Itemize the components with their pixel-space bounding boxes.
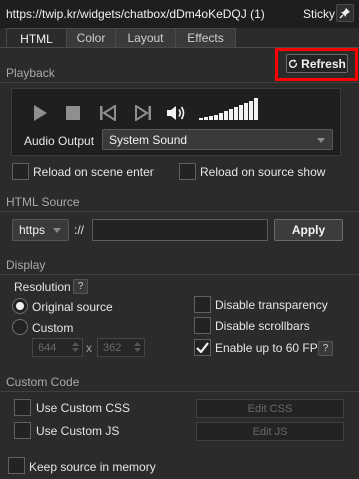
tab-html[interactable]: HTML (6, 28, 67, 48)
apply-button[interactable]: Apply (274, 219, 343, 241)
original-source-radio[interactable] (12, 298, 28, 314)
play-icon (34, 105, 47, 121)
custom-code-divider (0, 391, 359, 392)
keep-source-memory-label: Keep source in memory (29, 460, 156, 474)
use-custom-css-label: Use Custom CSS (36, 401, 131, 415)
custom-code-section-label: Custom Code (6, 375, 80, 389)
edit-js-label: Edit JS (252, 425, 288, 438)
next-button[interactable] (133, 103, 153, 123)
width-spinbox[interactable]: 644 (32, 338, 83, 357)
volume-meter[interactable] (199, 97, 259, 120)
resolution-label: Resolution (14, 280, 71, 294)
refresh-label: Refresh (301, 56, 346, 71)
protocol-value: https (19, 223, 46, 237)
use-custom-js-label: Use Custom JS (36, 424, 120, 438)
play-button[interactable] (30, 103, 50, 123)
edit-js-button[interactable]: Edit JS (196, 422, 344, 441)
protocol-separator: :// (74, 223, 85, 237)
protocol-select[interactable]: https (12, 219, 69, 241)
audio-output-label: Audio Output (24, 134, 95, 148)
disable-scrollbars-checkbox[interactable] (194, 317, 211, 334)
disable-transparency-checkbox[interactable] (194, 296, 211, 313)
original-source-label: Original source (32, 300, 113, 314)
edit-css-button[interactable]: Edit CSS (196, 399, 344, 418)
html-source-section-label: HTML Source (6, 195, 80, 209)
audio-output-value: System Sound (109, 132, 188, 147)
skip-previous-icon (100, 105, 116, 121)
reload-show-checkbox[interactable] (179, 163, 196, 180)
checkmark-icon (196, 342, 209, 353)
window-title: https://twip.kr/widgets/chatbox/dDm4oKeD… (6, 7, 265, 21)
reload-show-label: Reload on source show (200, 165, 326, 179)
spin-arrows-icon (72, 342, 79, 352)
edit-css-label: Edit CSS (247, 402, 293, 415)
pin-button[interactable] (336, 4, 354, 22)
tab-color[interactable]: Color (66, 28, 116, 47)
volume-button[interactable] (166, 103, 186, 123)
use-custom-js-checkbox[interactable] (14, 422, 31, 439)
refresh-icon (289, 58, 298, 68)
fps-help-icon[interactable]: ? (318, 341, 333, 356)
playback-section-label: Playback (6, 66, 55, 80)
tab-layout[interactable]: Layout (115, 28, 176, 47)
audio-output-select[interactable]: System Sound (102, 129, 333, 150)
tab-effects[interactable]: Effects (175, 28, 236, 47)
display-divider (0, 274, 359, 275)
fps-checkbox[interactable] (194, 339, 211, 356)
url-input[interactable] (92, 219, 268, 241)
stop-icon (66, 106, 80, 120)
apply-label: Apply (291, 223, 326, 237)
disable-scrollbars-label: Disable scrollbars (215, 319, 310, 333)
chevron-down-icon (53, 228, 61, 233)
tab-color-label: Color (76, 31, 106, 45)
use-custom-css-checkbox[interactable] (14, 399, 31, 416)
pin-icon (339, 8, 350, 19)
previous-button[interactable] (98, 103, 118, 123)
html-source-divider (0, 211, 359, 212)
height-spinbox[interactable]: 362 (97, 338, 145, 357)
keep-source-memory-checkbox[interactable] (8, 457, 25, 474)
stop-button[interactable] (63, 103, 83, 123)
speaker-icon (167, 106, 185, 120)
tab-effects-label: Effects (187, 31, 224, 45)
resolution-times: x (86, 341, 92, 355)
tab-layout-label: Layout (127, 31, 164, 45)
height-value: 362 (103, 341, 122, 354)
radio-selected-dot (16, 302, 24, 310)
resolution-help-icon[interactable]: ? (73, 279, 88, 294)
refresh-button[interactable]: Refresh (286, 54, 348, 73)
width-value: 644 (38, 341, 57, 354)
disable-transparency-label: Disable transparency (215, 298, 328, 312)
fps-label: Enable up to 60 FPS (215, 341, 326, 355)
reload-scene-label: Reload on scene enter (33, 165, 154, 179)
chevron-down-icon (317, 137, 325, 143)
display-section-label: Display (6, 258, 46, 272)
skip-next-icon (135, 105, 151, 121)
tab-html-label: HTML (20, 31, 53, 46)
spin-arrows-icon (134, 342, 141, 352)
playback-divider (0, 82, 359, 83)
sticky-label: Sticky (303, 7, 336, 21)
custom-resolution-label: Custom (32, 321, 74, 335)
reload-scene-checkbox[interactable] (12, 163, 29, 180)
custom-resolution-radio[interactable] (12, 319, 28, 335)
